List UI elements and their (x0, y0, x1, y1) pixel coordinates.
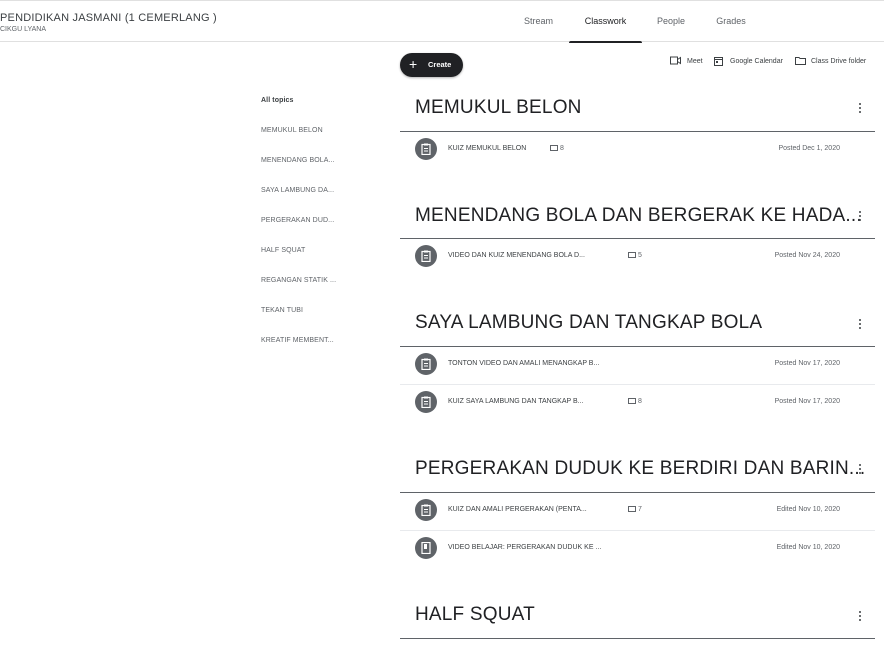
classwork-item[interactable]: VIDEO BELAJAR: PERGERAKAN DUDUK KE ... E… (400, 534, 875, 564)
classwork-item-title: TONTON VIDEO DAN AMALI MENANGKAP B... (448, 360, 600, 367)
classwork-item-title: VIDEO DAN KUIZ MENENDANG BOLA D... (448, 252, 585, 259)
tab-stream[interactable]: Stream (515, 1, 562, 42)
sidebar-item-regangan-statik[interactable]: REGANGAN STATIK ... (261, 277, 336, 284)
class-drive-folder-label: Class Drive folder (811, 58, 867, 65)
sidebar-item-all-topics[interactable]: All topics (261, 97, 294, 104)
classwork-item-date: Posted Nov 24, 2020 (774, 252, 840, 259)
classwork-item-date: Edited Nov 10, 2020 (776, 506, 840, 513)
more-options-icon[interactable] (855, 101, 865, 115)
classwork-item[interactable]: KUIZ SAYA LAMBUNG DAN TANGKAP B... 8 Pos… (400, 388, 875, 418)
plus-icon: + (409, 56, 418, 72)
classwork-item-date: Posted Nov 17, 2020 (774, 398, 840, 405)
more-options-icon[interactable] (855, 609, 865, 623)
topic-divider (400, 238, 875, 239)
assignment-icon (415, 391, 437, 413)
topic-divider (400, 492, 875, 493)
attachment-count: 5 (628, 252, 642, 259)
assignment-icon (415, 353, 437, 375)
meet-link[interactable]: Meet (670, 55, 710, 69)
tab-people[interactable]: People (650, 1, 692, 42)
classwork-item-date: Posted Dec 1, 2020 (778, 145, 841, 152)
more-options-icon[interactable] (855, 209, 865, 223)
tab-grades[interactable]: Grades (708, 1, 754, 42)
sidebar-item-menendang-bola[interactable]: MENENDANG BOLA... (261, 157, 335, 164)
topic-divider (400, 638, 875, 639)
item-divider (400, 384, 875, 385)
class-teacher: CIKGU LYANA (0, 26, 47, 33)
tab-classwork[interactable]: Classwork (569, 1, 642, 43)
attachment-icon (628, 506, 636, 513)
topic-title: PERGERAKAN DUDUK KE BERDIRI DAN BARIN... (415, 458, 866, 479)
class-title[interactable]: PENDIDIKAN JASMANI (1 CEMERLANG ) (0, 12, 217, 24)
topic-title: SAYA LAMBUNG DAN TANGKAP BOLA (415, 312, 763, 333)
topic-divider (400, 131, 875, 132)
class-drive-folder-link[interactable]: Class Drive folder (795, 55, 875, 69)
classwork-item-date: Posted Nov 17, 2020 (774, 360, 840, 367)
sidebar-item-kreatif-membent[interactable]: KREATIF MEMBENT... (261, 337, 334, 344)
attachment-icon (628, 398, 636, 405)
assignment-icon (415, 499, 437, 521)
create-button[interactable]: + Create (400, 53, 463, 77)
classwork-item-title: KUIZ DAN AMALI PERGERAKAN (PENTA... (448, 506, 587, 513)
topic-divider (400, 346, 875, 347)
sidebar-item-tekan-tubi[interactable]: TEKAN TUBI (261, 307, 303, 314)
sidebar-item-memukul-belon[interactable]: MEMUKUL BELON (261, 127, 323, 134)
attachment-count: 7 (628, 506, 642, 513)
classwork-item-title: KUIZ MEMUKUL BELON (448, 145, 527, 152)
google-calendar-link[interactable]: Google Calendar (714, 55, 790, 69)
topic-title: MENENDANG BOLA DAN BERGERAK KE HADA... (415, 205, 862, 226)
classwork-item[interactable]: KUIZ MEMUKUL BELON 8 Posted Dec 1, 2020 (400, 135, 875, 165)
more-options-icon[interactable] (855, 462, 865, 476)
topic-title: HALF SQUAT (415, 604, 535, 625)
attachment-count: 8 (550, 145, 564, 152)
topic-title: MEMUKUL BELON (415, 97, 582, 118)
calendar-icon (714, 57, 723, 66)
video-camera-icon (670, 56, 681, 65)
top-bar: PENDIDIKAN JASMANI (1 CEMERLANG ) CIKGU … (0, 0, 884, 43)
attachment-icon (550, 145, 558, 152)
classwork-item-title: KUIZ SAYA LAMBUNG DAN TANGKAP B... (448, 398, 584, 405)
meet-label: Meet (687, 58, 703, 65)
sidebar-item-pergerakan-duduk[interactable]: PERGERAKAN DUD... (261, 217, 334, 224)
item-divider (400, 530, 875, 531)
create-button-label: Create (428, 60, 452, 69)
sidebar-item-half-squat[interactable]: HALF SQUAT (261, 247, 305, 254)
classwork-item-date: Edited Nov 10, 2020 (776, 544, 840, 551)
attachment-icon (628, 252, 636, 259)
assignment-icon (415, 245, 437, 267)
google-calendar-label: Google Calendar (730, 58, 783, 65)
material-icon (415, 537, 437, 559)
classwork-item[interactable]: TONTON VIDEO DAN AMALI MENANGKAP B... Po… (400, 350, 875, 380)
classwork-item[interactable]: VIDEO DAN KUIZ MENENDANG BOLA D... 5 Pos… (400, 242, 875, 272)
sidebar-item-saya-lambung[interactable]: SAYA LAMBUNG DA... (261, 187, 334, 194)
attachment-count: 8 (628, 398, 642, 405)
more-options-icon[interactable] (855, 317, 865, 331)
classwork-item[interactable]: KUIZ DAN AMALI PERGERAKAN (PENTA... 7 Ed… (400, 496, 875, 526)
classwork-item-title: VIDEO BELAJAR: PERGERAKAN DUDUK KE ... (448, 544, 602, 551)
folder-icon (795, 57, 806, 65)
assignment-icon (415, 138, 437, 160)
